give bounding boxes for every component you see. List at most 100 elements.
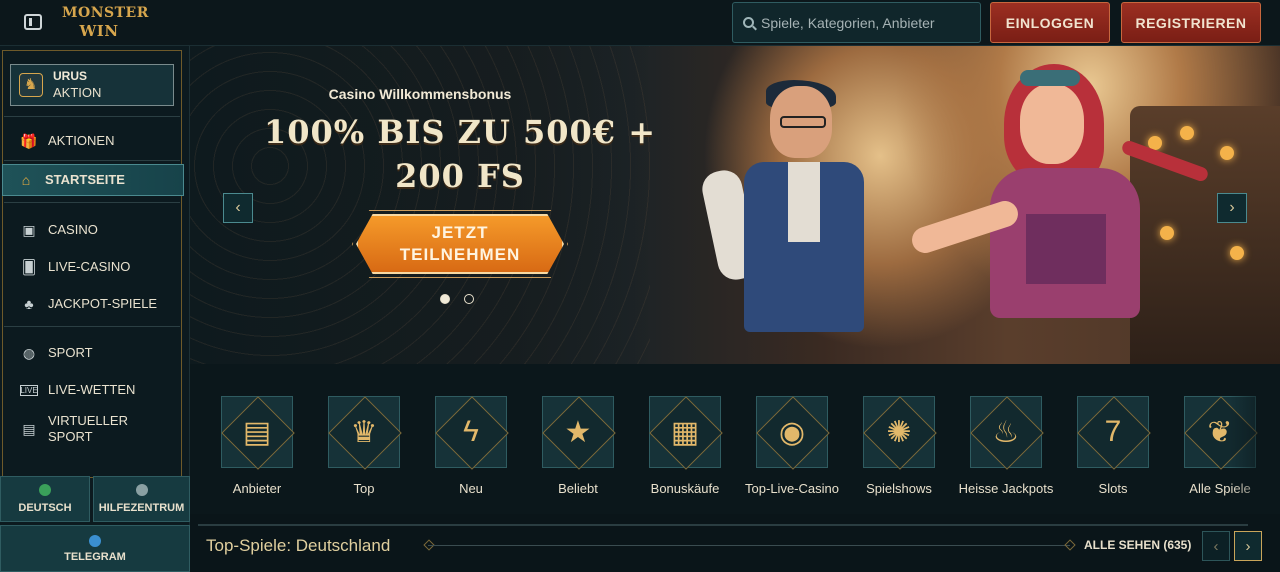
chevron-right-icon[interactable]: › [1234,531,1262,561]
sidebar: URUS AKTION 🎁 AKTIONEN ⌂ STARTSEITE ▣ CA… [0,46,190,572]
crown-icon: ♛ [350,415,378,449]
category-heisse-jackpots[interactable]: ♨ Heisse Jackpots [959,396,1053,514]
sidebar-item-virtueller-sport[interactable]: ▤ VIRTUELLER SPORT [6,409,178,449]
search-box[interactable] [732,2,981,43]
join-now-button[interactable]: JETZT TEILNEHMEN [356,214,564,274]
gift-icon: 🎁 [20,132,38,149]
help-center-button[interactable]: HILFEZENTRUM [93,476,190,522]
divider [4,160,180,161]
divider [4,202,180,203]
sidebar-item-label: JACKPOT-SPIELE [48,296,158,311]
slot-machine-icon: 7 [1104,415,1122,448]
virtual-sport-icon: ▤ [22,420,36,437]
sidebar-item-label: VIRTUELLER SPORT [48,413,128,444]
hero-title-line1: 100% BIS ZU 500€ + [263,113,657,151]
sidebar-item-label: AKTIONEN [48,133,115,148]
category-beliebt[interactable]: ★ Beliebt [532,396,622,514]
login-button[interactable]: EINLOGGEN [990,2,1110,43]
promo-subtitle: AKTION [53,85,102,100]
category-neu[interactable]: ϟ Neu [425,396,515,514]
category-label: Heisse Jackpots [958,481,1054,496]
cards-icon: 🂠 [21,258,37,275]
search-icon [743,17,754,28]
chevron-left-icon[interactable]: ‹ [1202,531,1230,561]
category-label: Slots [1098,481,1128,496]
help-label: HILFEZENTRUM [98,502,185,514]
category-bonuskaeufe[interactable]: ▦ Bonuskäufe [639,396,729,514]
chevron-left-icon[interactable]: ‹ [223,193,253,223]
scroll-fade [1230,364,1280,514]
sidebar-item-live-wetten[interactable]: LIVE LIVE-WETTEN [6,375,178,405]
divider [4,326,180,327]
book-icon: ▤ [242,415,272,449]
section-title: Top-Spiele: Deutschland [206,536,391,555]
top-bar: MONSTER WIN EINLOGGEN REGISTRIEREN [0,0,1280,46]
sidebar-item-casino[interactable]: ▣ CASINO [6,215,178,245]
language-label: DEUTSCH [18,502,72,514]
register-button[interactable]: REGISTRIEREN [1121,2,1261,43]
woman-character-illustration [908,64,1210,364]
see-all-link[interactable]: ALLE SEHEN (635) [1084,538,1191,552]
category-strip: ▤ Anbieter ♛ Top ϟ Neu ★ Beliebt ▦ Bonus… [190,364,1280,514]
promo-title: URUS [53,69,88,83]
telegram-button[interactable]: TELEGRAM [0,525,190,572]
slide-dot-2[interactable] [464,294,474,304]
sidebar-toggle-icon[interactable] [24,14,42,30]
category-top-live-casino[interactable]: ◉ Top-Live-Casino [745,396,839,514]
category-label: Bonuskäufe [650,481,720,496]
category-spielshows[interactable]: ✺ Spielshows [853,396,943,514]
chevron-right-icon[interactable]: › [1217,193,1247,223]
slot-machine-icon: ▣ [22,221,36,238]
hero-subtitle: Casino Willkommensbonus [328,86,512,102]
hero-title: 100% BIS ZU 500€ + 200 FS [250,110,670,198]
sidebar-item-live-casino[interactable]: 🂠 LIVE-CASINO [6,252,178,282]
ball-icon: ◍ [22,344,36,361]
logo-text-line2: WIN [79,22,119,40]
search-input[interactable] [761,3,976,42]
chest-icon: ▦ [670,415,700,449]
category-slots[interactable]: 7 Slots [1067,396,1157,514]
globe-icon [39,484,51,496]
language-button[interactable]: DEUTSCH [0,476,90,522]
category-anbieter[interactable]: ▤ Anbieter [211,396,301,514]
sidebar-item-sport[interactable]: ◍ SPORT [6,338,178,368]
section-rule [428,545,1070,546]
telegram-label: TELEGRAM [64,550,126,563]
section-divider [198,524,1248,526]
telegram-icon [89,534,101,547]
sidebar-item-label: LIVE-WETTEN [48,382,136,397]
sidebar-item-label: SPORT [48,345,93,360]
help-icon [135,484,148,496]
category-label: Spielshows [866,481,932,496]
sidebar-item-jackpot-spiele[interactable]: ♣ JACKPOT-SPIELE [6,289,178,319]
clover-icon: ♣ [24,296,34,312]
live-icon: LIVE [20,384,38,396]
slide-dot-1[interactable] [440,294,450,304]
wheel-icon: ✺ [886,415,912,449]
flame-icon: ♨ [992,415,1020,449]
lamp [1220,146,1234,160]
sidebar-item-label: CASINO [48,222,98,237]
category-label: Anbieter [232,481,282,496]
category-label: Beliebt [558,481,598,496]
category-top[interactable]: ♛ Top [318,396,408,514]
hero-banner[interactable]: Casino Willkommensbonus 100% BIS ZU 500€… [190,46,1280,364]
category-label: Top [353,481,375,496]
ornament-diamond [1064,539,1076,551]
logo[interactable]: MONSTER WIN [62,4,149,44]
sidebar-item-startseite[interactable]: ⌂ STARTSEITE [2,164,184,196]
logo-text-line1: MONSTER [62,5,149,21]
casino-chip-icon: ◉ [778,415,806,449]
cta-line2: TEILNEHMEN [399,245,521,264]
lamp [1230,246,1244,260]
sidebar-item-label: LIVE-CASINO [48,259,131,274]
divider [4,116,180,117]
cta-line1: JETZT [431,223,489,242]
sidebar-item-aktionen[interactable]: 🎁 AKTIONEN [6,126,178,156]
home-icon: ⌂ [21,172,31,188]
promo-card-urus[interactable]: URUS AKTION [10,64,174,106]
sidebar-item-label: STARTSEITE [45,172,125,187]
category-label: Top-Live-Casino [745,481,839,496]
bull-icon [19,73,43,97]
man-character-illustration [699,80,880,364]
